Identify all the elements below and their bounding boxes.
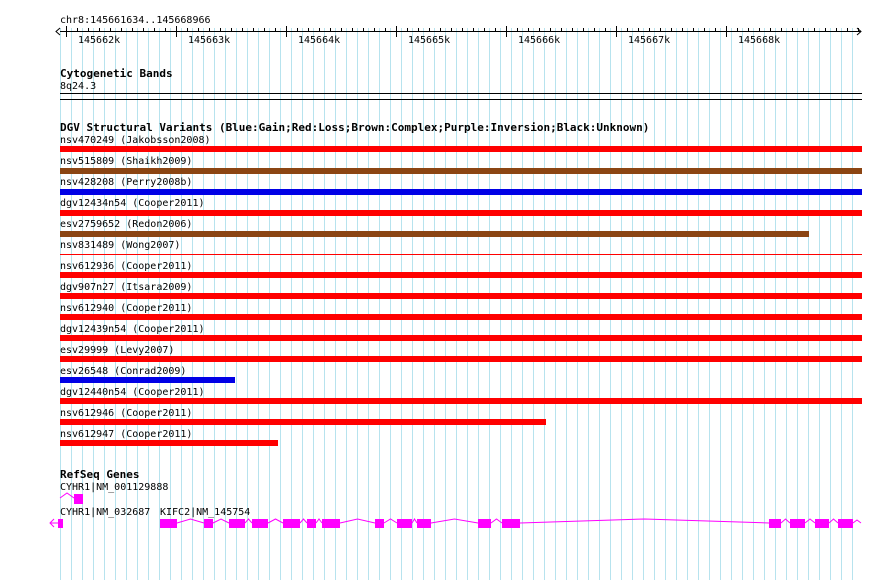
dgv-variant-label[interactable]: esv2759652 (Redon2006) [60, 219, 192, 230]
dgv-variant-bar [60, 335, 862, 341]
gene-exon [769, 519, 781, 528]
dgv-variant-bar [60, 146, 862, 152]
gene-exon [58, 519, 63, 528]
gene-exon [252, 519, 268, 528]
genome-browser: chr8:145661634..145668966 145662k 145663k… [0, 0, 890, 580]
gene-intron [315, 518, 323, 524]
cytoband-track-title[interactable]: Cytogenetic Bands [60, 68, 173, 80]
gene-exon [790, 519, 805, 528]
gene-intron [804, 518, 816, 524]
ruler-tick-label: 145666k [518, 35, 561, 46]
gene-exon [838, 519, 853, 528]
gene-intron [430, 518, 479, 524]
ruler-tick-label: 145668k [738, 35, 781, 46]
dgv-variant-label[interactable]: nsv831489 (Wong2007) [60, 240, 180, 251]
dgv-variant-label[interactable]: nsv612936 (Cooper2011) [60, 261, 192, 272]
dgv-variant-bar [60, 356, 862, 362]
gene-exon [74, 494, 83, 503]
gene-label-kifc2-nm-145754[interactable]: KIFC2|NM_145754 [160, 507, 250, 518]
dgv-track-title[interactable]: DGV Structural Variants (Blue:Gain;Red:L… [60, 122, 649, 134]
gene-exon [204, 519, 213, 528]
gene-exon [160, 519, 177, 528]
dgv-variant-label[interactable]: nsv612946 (Cooper2011) [60, 408, 192, 419]
dgv-variant-label[interactable]: dgv907n27 (Itsara2009) [60, 282, 192, 293]
gene-intron [212, 518, 230, 524]
dgv-variant-bar [60, 168, 862, 174]
dgv-variant-bar [60, 254, 862, 255]
dgv-variant-bar [60, 314, 862, 320]
cytoband-label: 8q24.3 [60, 81, 97, 92]
gene-exon [307, 519, 316, 528]
gene-exon [375, 519, 384, 528]
dgv-variant-bar [60, 189, 862, 195]
dgv-variant-label[interactable]: esv29999 (Levy2007) [60, 345, 174, 356]
gene-intron [852, 519, 862, 524]
gene-exon [502, 519, 520, 528]
dgv-variant-bar [60, 419, 546, 425]
refseq-track-title[interactable]: RefSeq Genes [60, 469, 139, 481]
ruler-tick-label: 145662k [78, 35, 121, 46]
dgv-variant-label[interactable]: nsv515809 (Shaikh2009) [60, 156, 192, 167]
dgv-variant-label[interactable]: dgv12440n54 (Cooper2011) [60, 387, 205, 398]
dgv-variant-bar [60, 272, 862, 278]
gene-exon [417, 519, 431, 528]
dgv-variant-label[interactable]: nsv428208 (Perry2008b) [60, 177, 192, 188]
gene-intron [780, 518, 791, 524]
ruler-tick-label: 145667k [628, 35, 671, 46]
dgv-variant-label[interactable]: dgv12434n54 (Cooper2011) [60, 198, 205, 209]
dgv-variant-label[interactable]: esv26548 (Conrad2009) [60, 366, 186, 377]
ruler-location: chr8:145661634..145668966 [60, 15, 211, 26]
gene-intron [299, 518, 308, 524]
gene-exon [397, 519, 412, 528]
dgv-variant-bar [60, 210, 862, 216]
dgv-variant-label[interactable]: nsv612940 (Cooper2011) [60, 303, 192, 314]
dgv-variant-label[interactable]: dgv12439n54 (Cooper2011) [60, 324, 205, 335]
gene-exon [322, 519, 340, 528]
dgv-variant-bar [60, 377, 235, 383]
gene-exon [229, 519, 245, 528]
gene-intron [244, 518, 253, 524]
dgv-variant-label[interactable]: nsv612947 (Cooper2011) [60, 429, 192, 440]
gene-exon [478, 519, 491, 528]
gene-exon [283, 519, 300, 528]
ruler-tick-label: 145663k [188, 35, 231, 46]
dgv-variant-bar [60, 398, 862, 404]
dgv-variant-bar [60, 293, 862, 299]
ruler-tick-label: 145664k [298, 35, 341, 46]
ruler-arrow-left [55, 27, 61, 36]
gene-label-cyhr1-nm-001129888[interactable]: CYHR1|NM_001129888 [60, 482, 168, 493]
gene-label-cyhr1-nm-032687[interactable]: CYHR1|NM_032687 [60, 507, 150, 518]
dgv-variant-bar [60, 440, 278, 446]
gene-exon [815, 519, 829, 528]
dgv-variant-label[interactable]: nsv470249 (Jakobsson2008) [60, 135, 211, 146]
ruler-tick-label: 145665k [408, 35, 451, 46]
dgv-variant-bar [60, 231, 809, 237]
